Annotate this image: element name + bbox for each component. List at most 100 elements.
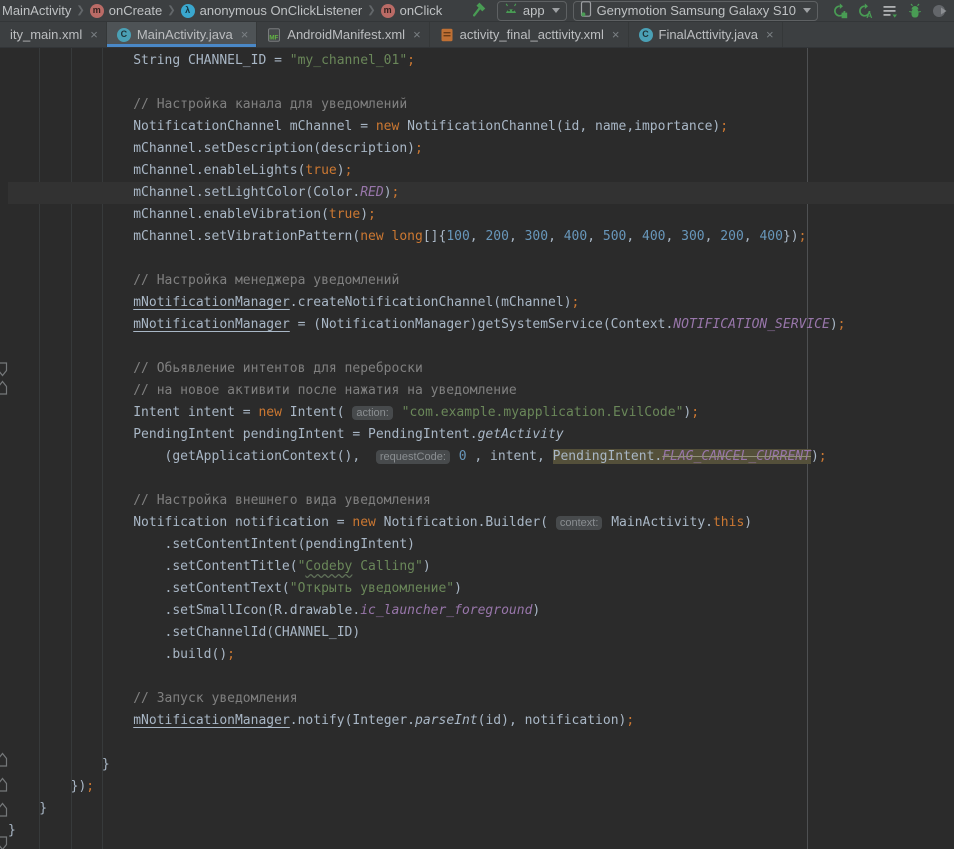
code-token: // Настройка менеджера уведомлений xyxy=(8,273,399,288)
breadcrumb-separator: ❯ xyxy=(364,5,378,16)
code-line[interactable]: PendingIntent pendingIntent = PendingInt… xyxy=(8,424,954,446)
code-line[interactable] xyxy=(8,732,954,754)
code-line[interactable]: } xyxy=(8,798,954,820)
fold-marker-icon[interactable] xyxy=(0,836,8,849)
parameter-hint: context: xyxy=(556,516,603,530)
code-token: 400 xyxy=(642,229,665,244)
code-token: "com.example.myapplication.EvilCode" xyxy=(402,405,684,420)
code-token: ; xyxy=(407,53,415,68)
code-line[interactable]: mNotificationManager.createNotificationC… xyxy=(8,292,954,314)
code-line[interactable] xyxy=(8,666,954,688)
editor-tab[interactable]: CMainActivity.java× xyxy=(107,22,257,47)
phone-device-icon xyxy=(580,1,592,20)
editor-tab[interactable]: MFAndroidManifest.xml× xyxy=(257,22,429,47)
code-line[interactable] xyxy=(8,72,954,94)
code-line[interactable]: } xyxy=(8,820,954,842)
code-token: .build() xyxy=(8,647,227,662)
parameter-hint: action: xyxy=(352,406,392,420)
code-line[interactable]: mNotificationManager = (NotificationMana… xyxy=(8,314,954,336)
code-line[interactable] xyxy=(8,468,954,490)
code-line[interactable]: Intent intent = new Intent( action: "com… xyxy=(8,402,954,424)
fold-marker-icon[interactable] xyxy=(0,777,8,792)
code-line[interactable]: // Настройка внешнего вида уведомления xyxy=(8,490,954,512)
code-line[interactable]: }); xyxy=(8,776,954,798)
attach-debugger-icon[interactable] xyxy=(907,3,923,19)
code-line[interactable]: // Обьявление интентов для переброски xyxy=(8,358,954,380)
code-line[interactable]: .setSmallIcon(R.drawable.ic_launcher_for… xyxy=(8,600,954,622)
tab-close-icon[interactable]: × xyxy=(612,27,620,42)
code-token: NotificationChannel(id, name,importance) xyxy=(399,119,720,134)
code-token: ; xyxy=(572,295,580,310)
apply-code-changes-icon[interactable]: A xyxy=(857,3,873,19)
tab-label: AndroidManifest.xml xyxy=(287,27,405,42)
breadcrumb-item[interactable]: λanonymous OnClickListener xyxy=(179,3,365,18)
code-token: }) xyxy=(783,229,799,244)
breadcrumb-item[interactable]: monCreate xyxy=(88,3,164,18)
device-selector-label: Genymotion Samsung Galaxy S10 xyxy=(597,3,796,18)
code-line[interactable]: mChannel.setLightColor(Color.RED); xyxy=(8,182,954,204)
code-line[interactable]: mChannel.setDescription(description); xyxy=(8,138,954,160)
tab-label: activity_final_acttivity.xml xyxy=(460,27,604,42)
code-line[interactable]: .setChannelId(CHANNEL_ID) xyxy=(8,622,954,644)
code-line[interactable] xyxy=(8,248,954,270)
tab-close-icon[interactable]: × xyxy=(413,27,421,42)
code-line[interactable]: .build(); xyxy=(8,644,954,666)
editor-tab[interactable]: CFinalActtivity.java× xyxy=(629,22,783,47)
code-token: []{ xyxy=(423,229,446,244)
module-selector[interactable]: app xyxy=(497,1,567,21)
code-token: mNotificationManager xyxy=(133,295,290,310)
code-token: ) xyxy=(423,559,431,574)
tab-close-icon[interactable]: × xyxy=(90,27,98,42)
code-token: // Запуск уведомления xyxy=(8,691,298,706)
code-token: ; xyxy=(838,317,846,332)
method-icon: m xyxy=(381,4,395,18)
code-line[interactable]: (getApplicationContext(), requestCode: 0… xyxy=(8,446,954,468)
editor-tab[interactable]: ity_main.xml× xyxy=(0,22,107,47)
code-line[interactable]: // Запуск уведомления xyxy=(8,688,954,710)
code-token: Codeby xyxy=(305,559,352,574)
run-configurations-icon[interactable] xyxy=(882,3,898,19)
code-token: ; xyxy=(415,141,423,156)
android-robot-icon xyxy=(504,3,518,18)
code-line[interactable]: mChannel.enableVibration(true); xyxy=(8,204,954,226)
code-token: mNotificationManager xyxy=(133,317,290,332)
code-token: MainActivity. xyxy=(603,515,713,530)
code-line[interactable]: String CHANNEL_ID = "my_channel_01"; xyxy=(8,50,954,72)
fold-marker-icon[interactable] xyxy=(0,802,8,817)
code-editor: String CHANNEL_ID = "my_channel_01"; // … xyxy=(0,48,954,849)
code-line[interactable]: } xyxy=(8,754,954,776)
code-line[interactable]: .setContentIntent(pendingIntent) xyxy=(8,534,954,556)
code-line[interactable]: mChannel.setVibrationPattern(new long[]{… xyxy=(8,226,954,248)
code-line[interactable]: // Настройка канала для уведомлений xyxy=(8,94,954,116)
code-line[interactable]: // на новое активити после нажатия на ув… xyxy=(8,380,954,402)
code-line[interactable]: mNotificationManager.notify(Integer.pars… xyxy=(8,710,954,732)
tab-close-icon[interactable]: × xyxy=(241,27,249,42)
apply-changes-icon[interactable] xyxy=(832,3,848,19)
profile-icon[interactable] xyxy=(932,3,948,19)
tab-close-icon[interactable]: × xyxy=(766,27,774,42)
fold-marker-icon[interactable] xyxy=(0,362,8,377)
code-token: 200 xyxy=(720,229,743,244)
breadcrumb-item[interactable]: MainActivity xyxy=(0,3,73,18)
build-hammer-icon[interactable] xyxy=(472,1,489,21)
code-token: , xyxy=(548,229,564,244)
fold-marker-icon[interactable] xyxy=(0,380,8,395)
code-line[interactable]: // Настройка менеджера уведомлений xyxy=(8,270,954,292)
code-token xyxy=(8,713,133,728)
code-token: ) xyxy=(532,603,540,618)
code-line[interactable]: NotificationChannel mChannel = new Notif… xyxy=(8,116,954,138)
code-token: long xyxy=(392,229,423,244)
code-token: mChannel.setDescription(description) xyxy=(8,141,415,156)
editor-tab[interactable]: activity_final_acttivity.xml × xyxy=(430,22,629,47)
code-line[interactable]: Notification notification = new Notifica… xyxy=(8,512,954,534)
code-line[interactable]: .setContentTitle("Codeby Calling") xyxy=(8,556,954,578)
code-line[interactable] xyxy=(8,336,954,358)
breadcrumb-item[interactable]: monClick xyxy=(379,3,445,18)
code-line[interactable]: mChannel.enableLights(true); xyxy=(8,160,954,182)
code-token: (getApplicationContext(), xyxy=(8,449,376,464)
device-selector[interactable]: Genymotion Samsung Galaxy S10 xyxy=(573,1,818,21)
code-token xyxy=(8,317,133,332)
code-token: ; xyxy=(345,163,353,178)
code-line[interactable]: .setContentText("Открыть уведомление") xyxy=(8,578,954,600)
fold-marker-icon[interactable] xyxy=(0,752,8,767)
